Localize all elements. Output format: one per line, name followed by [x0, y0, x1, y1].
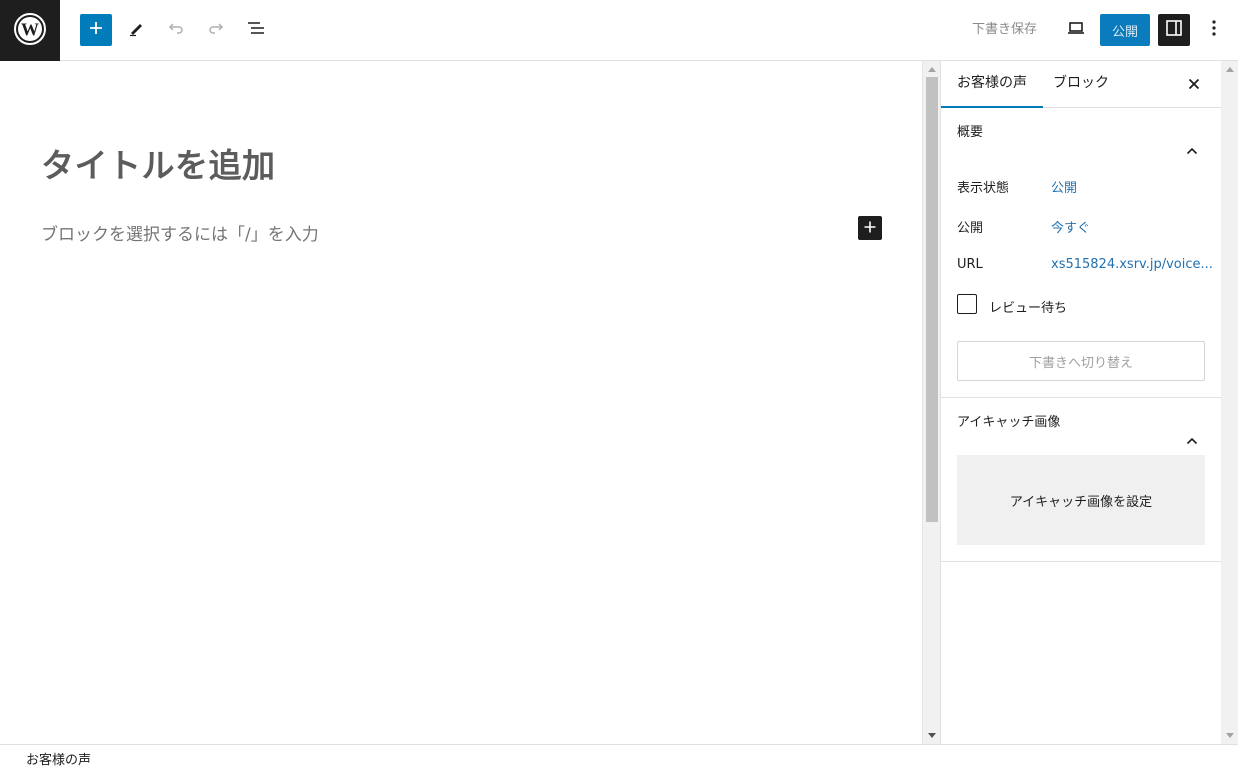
publish-date-label: 公開 — [957, 221, 984, 236]
add-block-button[interactable] — [80, 14, 112, 46]
featured-image-panel-toggle[interactable]: アイキャッチ画像 — [941, 398, 1222, 448]
sidebar-toggle-icon — [1165, 19, 1183, 41]
list-view-icon — [247, 20, 265, 40]
list-view-button[interactable] — [240, 14, 272, 46]
sidebar-scrollbar[interactable] — [1221, 61, 1238, 744]
preview-button[interactable] — [1060, 14, 1092, 46]
tab-document[interactable]: お客様の声 — [941, 61, 1043, 108]
tools-button[interactable] — [120, 14, 152, 46]
sidebar-tabs: お客様の声 ブロック — [941, 61, 1222, 108]
editor-scrollbar[interactable] — [922, 61, 940, 744]
save-draft-button[interactable]: 下書き保存 — [968, 14, 1041, 46]
wordpress-logo-button[interactable]: W — [0, 0, 60, 61]
set-featured-image-button[interactable]: アイキャッチ画像を設定 — [957, 455, 1205, 545]
featured-image-panel-title: アイキャッチ画像 — [957, 415, 1061, 430]
plus-icon — [863, 219, 877, 238]
pencil-icon — [127, 19, 145, 41]
breadcrumb[interactable]: お客様の声 — [26, 749, 91, 768]
plus-icon — [88, 20, 104, 40]
publish-date-button[interactable]: 今すぐ — [1051, 217, 1090, 236]
scroll-up-arrow-icon[interactable] — [1226, 67, 1234, 72]
undo-icon — [167, 19, 185, 41]
settings-sidebar: お客様の声 ブロック 概要 表示状態 公開 公開 今すぐ URL xs51582… — [940, 61, 1222, 744]
vertical-ellipsis-icon — [1211, 19, 1217, 41]
inline-add-block-button[interactable] — [858, 216, 882, 240]
undo-button[interactable] — [160, 14, 192, 46]
wordpress-logo-icon: W — [13, 12, 47, 50]
redo-button[interactable] — [200, 14, 232, 46]
close-icon — [1188, 75, 1200, 94]
scrollbar-thumb[interactable] — [926, 77, 938, 522]
pending-review-label[interactable]: レビュー待ち — [989, 297, 1067, 316]
editor-footer: お客様の声 — [0, 744, 1238, 769]
url-link[interactable]: xs515824.xsrv.jp/voice... — [1051, 257, 1213, 272]
visibility-label: 表示状態 — [957, 181, 1010, 196]
switch-to-draft-button[interactable]: 下書きへ切り替え — [957, 341, 1205, 381]
svg-text:W: W — [21, 19, 39, 39]
default-block-appender[interactable]: ブロックを選択するには「/」を入力 — [41, 220, 319, 245]
summary-panel-toggle[interactable]: 概要 — [941, 108, 1222, 158]
redo-icon — [207, 19, 225, 41]
pending-review-checkbox[interactable] — [957, 294, 977, 314]
more-options-button[interactable] — [1198, 14, 1230, 46]
laptop-icon — [1066, 20, 1086, 40]
scroll-up-arrow-icon[interactable] — [928, 67, 936, 72]
post-title-input[interactable]: タイトルを追加 — [41, 139, 276, 187]
close-sidebar-button[interactable] — [1183, 73, 1205, 95]
visibility-value-button[interactable]: 公開 — [1051, 177, 1077, 196]
summary-panel-title: 概要 — [957, 125, 984, 140]
scroll-down-arrow-icon[interactable] — [928, 733, 936, 738]
editor-header: W 下書き保存 公開 — [0, 0, 1238, 61]
panel-divider — [941, 561, 1222, 562]
editor-canvas: タイトルを追加 ブロックを選択するには「/」を入力 — [0, 61, 922, 744]
url-label: URL — [957, 257, 983, 272]
tab-block[interactable]: ブロック — [1037, 61, 1125, 108]
publish-button[interactable]: 公開 — [1100, 14, 1150, 46]
settings-toggle-button[interactable] — [1158, 14, 1190, 46]
scroll-down-arrow-icon[interactable] — [1226, 733, 1234, 738]
chevron-up-icon — [1186, 127, 1198, 177]
